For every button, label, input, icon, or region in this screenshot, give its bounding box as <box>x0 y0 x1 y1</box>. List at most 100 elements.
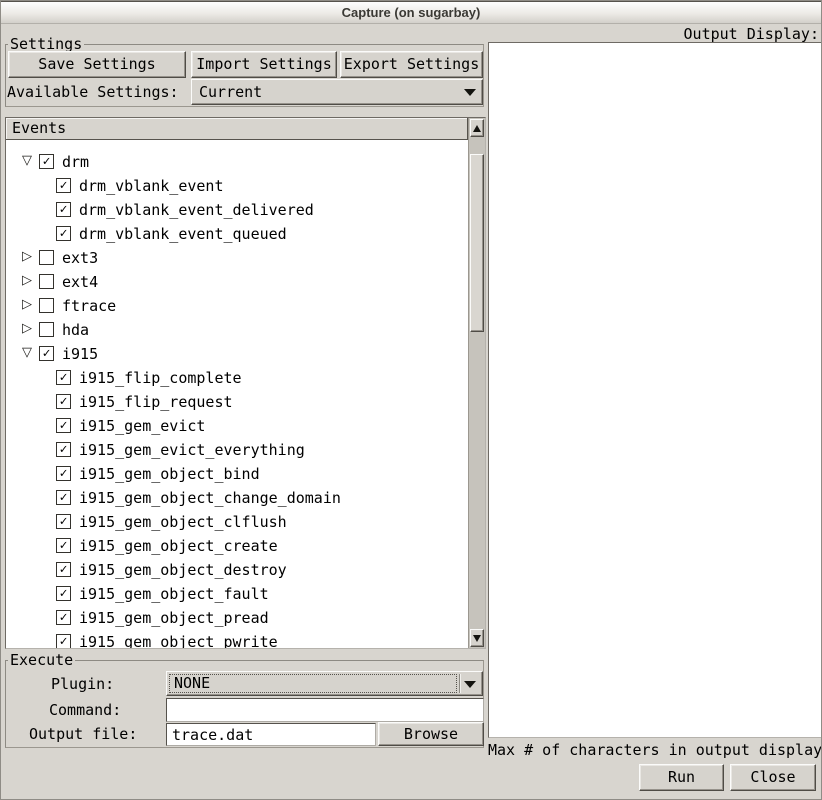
tree-row[interactable]: ✓ i915_gem_object_pread <box>6 606 468 630</box>
tree-row[interactable]: ▷ hda <box>6 318 468 342</box>
event-label: i915_gem_object_fault <box>79 582 269 606</box>
event-checkbox[interactable]: ✓ <box>39 154 54 169</box>
plugin-combo[interactable]: NONE <box>166 671 483 696</box>
event-checkbox[interactable]: ✓ <box>56 226 71 241</box>
output-file-input[interactable] <box>166 723 376 746</box>
event-checkbox[interactable]: ✓ <box>56 490 71 505</box>
output-display-label: Output Display: <box>684 25 819 43</box>
events-rows: ▽ ✓ drm ✓ drm_vblank_event ✓ drm_vblank_event_… <box>6 150 468 648</box>
tree-row[interactable]: ▷ext4 <box>6 270 468 294</box>
tree-row[interactable]: ✓ i915_flip_request <box>6 390 468 414</box>
tree-row[interactable]: ✓i915_gem_evict <box>6 414 468 438</box>
import-settings-button[interactable]: Import Settings <box>191 51 337 78</box>
focus-outline <box>169 674 457 693</box>
event-checkbox[interactable] <box>39 274 54 289</box>
window-title: Capture (on sugarbay) <box>342 5 481 20</box>
event-checkbox[interactable]: ✓ <box>56 562 71 577</box>
available-settings-label: Available Settings: <box>7 80 179 104</box>
expander-open-icon[interactable]: ▽ <box>20 344 34 362</box>
tree-row[interactable]: ▽ ✓ i915 <box>6 342 468 366</box>
event-checkbox[interactable] <box>39 322 54 337</box>
window-titlebar[interactable]: Capture (on sugarbay) <box>1 1 821 24</box>
expander-open-icon[interactable]: ▽ <box>20 152 34 170</box>
event-checkbox[interactable]: ✓ <box>56 514 71 529</box>
event-label: i915_gem_object_bind <box>79 462 260 486</box>
event-label: i915_gem_evict_everything <box>79 438 305 462</box>
event-label: i915_gem_object_create <box>79 534 278 558</box>
close-button[interactable]: Close <box>730 764 816 791</box>
tree-row[interactable]: ✓ i915_gem_object_clflush <box>6 510 468 534</box>
event-label: i915 <box>62 342 98 366</box>
event-checkbox[interactable]: ✓ <box>56 418 71 433</box>
tree-row[interactable]: ▷ ftrace <box>6 294 468 318</box>
event-checkbox[interactable]: ✓ <box>56 538 71 553</box>
scrollbar-thumb[interactable] <box>470 154 484 332</box>
event-label: i915_gem_object_clflush <box>79 510 287 534</box>
tree-row[interactable]: ✓ i915_gem_evict_everything <box>6 438 468 462</box>
event-checkbox[interactable]: ✓ <box>56 202 71 217</box>
available-settings-value: Current <box>199 80 262 104</box>
chevron-down-icon <box>464 681 476 688</box>
event-checkbox[interactable]: ✓ <box>56 370 71 385</box>
event-checkbox[interactable]: ✓ <box>39 346 54 361</box>
event-label: i915_gem_object_pread <box>79 606 269 630</box>
tree-row[interactable]: ✓ i915_flip_complete <box>6 366 468 390</box>
plugin-value: NONE <box>174 672 210 695</box>
arrow-down-icon <box>473 635 481 642</box>
scroll-up-button[interactable] <box>470 119 484 137</box>
tree-row[interactable]: ✓ i915_gem_object_change_domain <box>6 486 468 510</box>
event-checkbox[interactable]: ✓ <box>56 442 71 457</box>
event-checkbox[interactable]: ✓ <box>56 610 71 625</box>
tree-row[interactable]: ✓ i915_gem_object_pwrite <box>6 630 468 648</box>
tree-row[interactable]: ✓ i915_gem_object_destroy <box>6 558 468 582</box>
event-label: hda <box>62 318 89 342</box>
export-settings-button[interactable]: Export Settings <box>340 51 483 78</box>
events-column-header[interactable]: Events <box>6 118 468 140</box>
capture-window: Capture (on sugarbay) Settings Save Sett… <box>0 0 822 800</box>
available-settings-combo[interactable]: Current <box>191 79 483 105</box>
tree-row[interactable]: ✓ drm_vblank_event_queued <box>6 222 468 246</box>
event-checkbox[interactable] <box>39 250 54 265</box>
output-display-area[interactable] <box>488 42 822 738</box>
combo-separator <box>459 674 460 693</box>
event-label: i915_gem_object_pwrite <box>79 630 278 648</box>
tree-row[interactable]: ▽ ✓ drm <box>6 150 468 174</box>
event-checkbox[interactable]: ✓ <box>56 178 71 193</box>
event-label: i915_flip_request <box>79 390 233 414</box>
tree-row[interactable]: ✓ i915_gem_object_bind <box>6 462 468 486</box>
run-button[interactable]: Run <box>639 764 724 791</box>
event-label: ext3 <box>62 246 98 270</box>
expander-closed-icon[interactable]: ▷ <box>20 296 34 314</box>
events-scrollbar[interactable] <box>468 118 485 648</box>
event-label: drm <box>62 150 89 174</box>
event-label: i915_gem_object_destroy <box>79 558 287 582</box>
event-checkbox[interactable]: ✓ <box>56 586 71 601</box>
scroll-down-button[interactable] <box>470 629 484 647</box>
max-chars-label: Max # of characters in output display <box>488 741 822 759</box>
tree-row[interactable]: ▷ ext3 <box>6 246 468 270</box>
event-label: ftrace <box>62 294 116 318</box>
plugin-label: Plugin: <box>51 672 114 696</box>
event-label: i915_flip_complete <box>79 366 242 390</box>
event-checkbox[interactable]: ✓ <box>56 394 71 409</box>
expander-closed-icon[interactable]: ▷ <box>20 248 34 266</box>
tree-row[interactable]: ✓ i915_gem_object_create <box>6 534 468 558</box>
tree-row[interactable]: ✓ drm_vblank_event <box>6 174 468 198</box>
event-label: i915_gem_object_change_domain <box>79 486 341 510</box>
events-list: Events ▽ ✓ drm ✓ drm_vblank_event ✓ drm_vblank… <box>5 117 486 649</box>
expander-closed-icon[interactable]: ▷ <box>20 272 34 290</box>
command-input[interactable] <box>166 698 484 722</box>
event-checkbox[interactable]: ✓ <box>56 466 71 481</box>
save-settings-button[interactable]: Save Settings <box>8 51 186 78</box>
tree-row[interactable]: ✓ i915_gem_object_fault <box>6 582 468 606</box>
event-label: drm_vblank_event_queued <box>79 222 287 246</box>
command-label: Command: <box>49 698 121 722</box>
tree-row[interactable]: ✓ drm_vblank_event_delivered <box>6 198 468 222</box>
browse-button[interactable]: Browse <box>378 722 484 746</box>
event-label: drm_vblank_event <box>79 174 224 198</box>
expander-closed-icon[interactable]: ▷ <box>20 320 34 338</box>
event-label: drm_vblank_event_delivered <box>79 198 314 222</box>
event-checkbox[interactable] <box>39 298 54 313</box>
event-checkbox[interactable]: ✓ <box>56 634 71 648</box>
execute-frame-label: Execute <box>8 651 75 669</box>
